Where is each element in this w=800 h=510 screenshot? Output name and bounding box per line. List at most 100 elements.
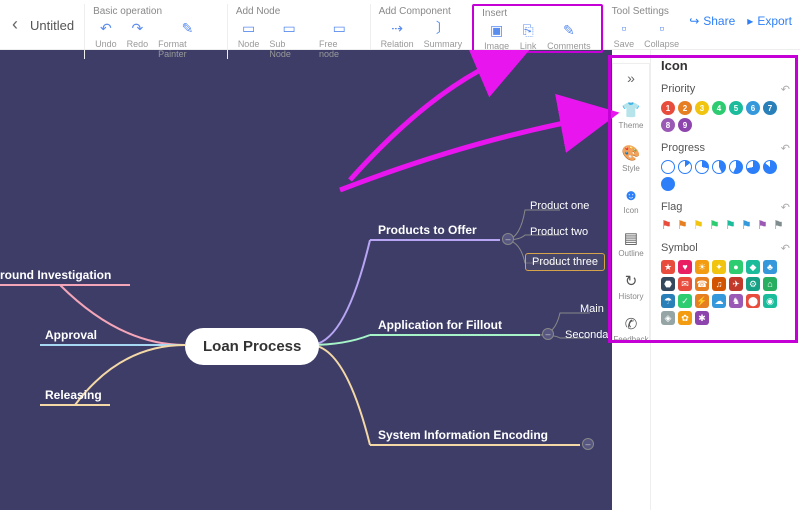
- symbol-0[interactable]: ★: [661, 260, 675, 274]
- export-button[interactable]: ▸Export: [747, 14, 792, 28]
- node-product-two[interactable]: Product two: [530, 226, 588, 238]
- symbol-16[interactable]: ⚡: [695, 294, 709, 308]
- flag-0[interactable]: ⚑: [661, 219, 674, 232]
- tab-theme[interactable]: 👕Theme: [613, 98, 649, 133]
- image-button[interactable]: ▣Image: [482, 21, 511, 51]
- reset-icon[interactable]: ↶: [781, 201, 790, 214]
- freenode-button[interactable]: ▭Free node: [317, 19, 362, 59]
- comments-button[interactable]: ✎Comments: [545, 21, 593, 51]
- tab-feedback[interactable]: ✆Feedback: [613, 312, 649, 347]
- flag-7[interactable]: ⚑: [773, 219, 786, 232]
- flag-1[interactable]: ⚑: [677, 219, 690, 232]
- reset-icon[interactable]: ↶: [781, 142, 790, 155]
- progress-1[interactable]: [678, 160, 692, 174]
- reset-icon[interactable]: ↶: [781, 83, 790, 96]
- symbol-19[interactable]: ⬤: [746, 294, 760, 308]
- symbol-7[interactable]: ⬣: [661, 277, 675, 291]
- node-sys[interactable]: System Information Encoding: [378, 428, 548, 442]
- tab-history[interactable]: ↻History: [613, 269, 649, 304]
- flag-4[interactable]: ⚑: [725, 219, 738, 232]
- progress-2[interactable]: [695, 160, 709, 174]
- symbol-1[interactable]: ♥: [678, 260, 692, 274]
- progress-6[interactable]: [763, 160, 777, 174]
- symbol-14[interactable]: ☂: [661, 294, 675, 308]
- save-button[interactable]: ▫Save: [612, 19, 637, 49]
- back-button[interactable]: ‹: [8, 4, 26, 35]
- node-products[interactable]: Products to Offer: [378, 223, 477, 237]
- doc-title[interactable]: Untitled: [26, 4, 84, 33]
- share-button[interactable]: ↪Share: [689, 14, 735, 28]
- flag-2[interactable]: ⚑: [693, 219, 706, 232]
- expand-dot[interactable]: –: [582, 438, 594, 450]
- expand-dot[interactable]: –: [542, 328, 554, 340]
- collapse-panel-button[interactable]: »: [627, 70, 635, 86]
- node-button[interactable]: ▭Node: [236, 19, 262, 59]
- group-label: Add Component: [379, 6, 465, 17]
- symbol-11[interactable]: ✈: [729, 277, 743, 291]
- symbol-10[interactable]: ♫: [712, 277, 726, 291]
- progress-5[interactable]: [746, 160, 760, 174]
- priority-1[interactable]: 1: [661, 101, 675, 115]
- symbol-22[interactable]: ✿: [678, 311, 692, 325]
- symbol-13[interactable]: ⌂: [763, 277, 777, 291]
- progress-3[interactable]: [712, 160, 726, 174]
- priority-2[interactable]: 2: [678, 101, 692, 115]
- collapse-button[interactable]: ▫Collapse: [642, 19, 681, 49]
- tab-style[interactable]: 🎨Style: [613, 141, 649, 176]
- symbol-6[interactable]: ♣: [763, 260, 777, 274]
- priority-3[interactable]: 3: [695, 101, 709, 115]
- mindmap-canvas[interactable]: Loan Process round Investigation Approva…: [0, 50, 612, 510]
- expand-dot[interactable]: –: [502, 233, 514, 245]
- node-product-one[interactable]: Product one: [530, 200, 589, 212]
- flag-3[interactable]: ⚑: [709, 219, 722, 232]
- progress-4[interactable]: [729, 160, 743, 174]
- node-center[interactable]: Loan Process: [185, 328, 319, 365]
- priority-8[interactable]: 8: [661, 118, 675, 132]
- progress-7[interactable]: [661, 177, 675, 191]
- flag-5[interactable]: ⚑: [741, 219, 754, 232]
- priority-7[interactable]: 7: [763, 101, 777, 115]
- symbol-18[interactable]: ♞: [729, 294, 743, 308]
- progress-0[interactable]: [661, 160, 675, 174]
- symbol-5[interactable]: ◆: [746, 260, 760, 274]
- redo-button[interactable]: ↷Redo: [125, 19, 151, 59]
- node-product-three[interactable]: Product three: [525, 253, 605, 271]
- symbol-4[interactable]: ●: [729, 260, 743, 274]
- format-painter-button[interactable]: ✎Format Painter: [156, 19, 219, 59]
- symbol-8[interactable]: ✉: [678, 277, 692, 291]
- group-label: Insert: [482, 8, 593, 19]
- priority-4[interactable]: 4: [712, 101, 726, 115]
- undo-button[interactable]: ↶Undo: [93, 19, 119, 59]
- node-secondary[interactable]: Seconda: [565, 329, 608, 341]
- summary-button[interactable]: 〕Summary: [422, 19, 465, 49]
- node-left-b[interactable]: Approval: [45, 328, 97, 342]
- priority-5[interactable]: 5: [729, 101, 743, 115]
- reset-icon[interactable]: ↶: [781, 242, 790, 255]
- symbol-3[interactable]: ✦: [712, 260, 726, 274]
- symbol-23[interactable]: ✱: [695, 311, 709, 325]
- relation-button[interactable]: ⇢Relation: [379, 19, 416, 49]
- flag-6[interactable]: ⚑: [757, 219, 770, 232]
- node-left-a[interactable]: round Investigation: [0, 268, 111, 282]
- node-app[interactable]: Application for Fillout: [378, 318, 502, 332]
- section-priority: Priority↶ 123456789: [661, 83, 790, 132]
- panel-title: Icon: [661, 58, 790, 73]
- symbol-15[interactable]: ✓: [678, 294, 692, 308]
- node-main[interactable]: Main: [580, 303, 604, 315]
- symbol-20[interactable]: ◉: [763, 294, 777, 308]
- node-left-c[interactable]: Releasing: [45, 388, 102, 402]
- symbol-17[interactable]: ☁: [712, 294, 726, 308]
- subnode-button[interactable]: ▭Sub Node: [267, 19, 311, 59]
- link-button[interactable]: ⎘Link: [517, 21, 539, 51]
- feedback-icon: ✆: [625, 315, 638, 333]
- symbol-2[interactable]: ☀: [695, 260, 709, 274]
- tab-outline[interactable]: ▤Outline: [613, 226, 649, 261]
- symbol-21[interactable]: ◈: [661, 311, 675, 325]
- symbol-9[interactable]: ☎: [695, 277, 709, 291]
- priority-6[interactable]: 6: [746, 101, 760, 115]
- share-icon: ↪: [689, 14, 699, 28]
- node-icon: ▭: [240, 19, 258, 37]
- tab-icon[interactable]: ☻Icon: [613, 184, 649, 218]
- symbol-12[interactable]: ⚙: [746, 277, 760, 291]
- priority-9[interactable]: 9: [678, 118, 692, 132]
